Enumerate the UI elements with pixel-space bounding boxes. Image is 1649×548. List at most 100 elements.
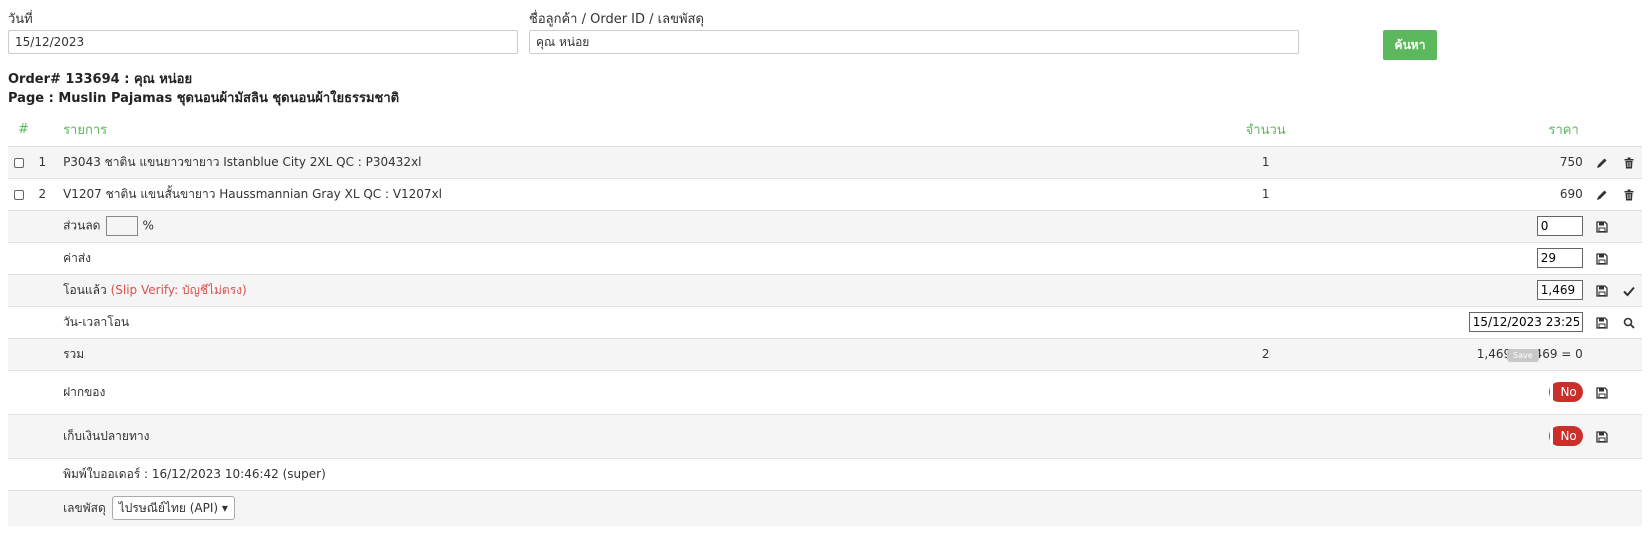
transferred-value-input[interactable] <box>1536 280 1583 300</box>
floppy-disk-icon[interactable] <box>1596 284 1608 297</box>
printed-row: พิมพ์ใบออเดอร์ : 16/12/2023 10:46:42 (su… <box>8 457 1642 490</box>
discount-percent-unit: % <box>142 218 154 233</box>
table-row: 2 V1207 ชาติน แขนสั้นขายาว Haussmannian … <box>8 177 1642 210</box>
header-price: ราคา <box>1296 114 1589 147</box>
verify-cell <box>1615 273 1642 306</box>
empty-cell <box>8 241 58 274</box>
discount-percent-input[interactable] <box>106 216 139 236</box>
row-price: 750 <box>1296 145 1589 178</box>
floppy-disk-icon[interactable] <box>1596 316 1608 329</box>
empty-cell <box>8 209 58 242</box>
shipping-value-cell <box>1296 241 1589 274</box>
table-header-row: # รายการ จำนวน ราคา <box>8 114 1642 147</box>
header-action-2 <box>1615 114 1642 147</box>
customer-input[interactable] <box>529 30 1299 54</box>
cod-toggle[interactable]: No <box>1548 426 1583 446</box>
search-area: วันที่ ชื่อลูกค้า / Order ID / เลขพัสดุ … <box>8 8 1437 60</box>
row-delete-cell <box>1615 177 1642 210</box>
row-item: V1207 ชาติน แขนสั้นขายาว Haussmannian Gr… <box>57 177 1235 210</box>
shipping-value-input[interactable] <box>1536 248 1583 268</box>
empty-cell <box>1615 209 1642 242</box>
transferred-cell: โอนแล้ว (Slip Verify: บัญชีไม่ตรง) <box>57 273 1235 306</box>
row-check-cell <box>8 177 33 210</box>
total-row: รวม 2 1,469 - 1,469 = 0 <box>8 337 1642 370</box>
header-qty: จำนวน <box>1235 114 1297 147</box>
row-check-cell <box>8 145 33 178</box>
transferred-value-cell <box>1296 273 1589 306</box>
empty-cell <box>8 413 58 458</box>
floppy-disk-icon[interactable] <box>1596 430 1608 443</box>
search-button[interactable]: ค้นหา <box>1383 30 1437 60</box>
shipping-row: ค่าส่ง <box>8 241 1642 274</box>
transfer-time-input[interactable] <box>1468 312 1583 332</box>
discount-value-cell <box>1296 209 1589 242</box>
empty-cell <box>1588 337 1616 370</box>
check-icon[interactable] <box>1622 285 1635 297</box>
row-qty: 1 <box>1235 177 1297 210</box>
discount-cell: ส่วนลด% <box>57 209 1235 242</box>
carrier-select[interactable]: ไปรษณีย์ไทย (API) ▾ <box>111 496 235 521</box>
save-cell <box>1588 209 1616 242</box>
order-items-table: # รายการ จำนวน ราคา 1 P3043 ชาติน แขนยาว… <box>8 114 1642 526</box>
row-checkbox[interactable] <box>14 189 24 200</box>
empty-cell <box>1235 209 1297 242</box>
header-item: รายการ <box>57 114 1235 147</box>
discount-label: ส่วนลด <box>63 218 101 233</box>
empty-cell <box>8 457 58 490</box>
save-cell <box>1588 305 1616 338</box>
discount-value-input[interactable] <box>1536 216 1583 236</box>
row-edit-cell <box>1588 177 1616 210</box>
floppy-disk-icon[interactable] <box>1596 252 1608 265</box>
trash-icon[interactable] <box>1623 157 1635 169</box>
cod-row: เก็บเงินปลายทาง No <box>8 413 1642 458</box>
save-tooltip: Save <box>1507 349 1539 362</box>
empty-cell <box>8 273 58 306</box>
empty-cell <box>8 337 58 370</box>
empty-cell <box>1235 305 1297 338</box>
row-checkbox[interactable] <box>14 157 24 168</box>
empty-cell <box>1235 241 1297 274</box>
discount-row: ส่วนลด% <box>8 209 1642 242</box>
order-title: Order# 133694 : คุณ หน่อย <box>8 72 193 87</box>
trash-icon[interactable] <box>1623 189 1635 201</box>
search-icon[interactable] <box>1623 317 1635 329</box>
date-input[interactable] <box>8 30 518 54</box>
empty-cell <box>1615 369 1642 414</box>
empty-cell <box>1235 413 1297 458</box>
empty-cell <box>8 305 58 338</box>
pencil-icon[interactable] <box>1596 157 1608 169</box>
date-label: วันที่ <box>8 12 33 27</box>
deposit-toggle[interactable]: No <box>1548 382 1583 402</box>
carrier-selected-value: ไปรษณีย์ไทย (API) <box>118 501 219 516</box>
header-action-1 <box>1588 114 1616 147</box>
row-delete-cell <box>1615 145 1642 178</box>
transfer-time-row: วัน-เวลาโอน <box>8 305 1642 338</box>
slip-verify-note: (Slip Verify: บัญชีไม่ตรง) <box>110 282 247 297</box>
empty-cell <box>1615 413 1642 458</box>
floppy-disk-icon[interactable] <box>1596 220 1608 233</box>
empty-cell <box>1235 273 1297 306</box>
deposit-toggle-cell: No <box>1296 369 1589 414</box>
tracking-label: เลขพัสดุ <box>63 501 106 516</box>
deposit-row: ฝากของ No <box>8 369 1642 414</box>
empty-cell <box>8 489 58 526</box>
table-row: 1 P3043 ชาติน แขนยาวขายาว Istanblue City… <box>8 145 1642 178</box>
transfer-time-value-cell <box>1296 305 1589 338</box>
search-cell <box>1615 305 1642 338</box>
deposit-label: ฝากของ <box>57 369 1235 414</box>
empty-cell <box>1615 337 1642 370</box>
row-price: 690 <box>1296 177 1589 210</box>
header-num: # <box>8 114 58 147</box>
shipping-label: ค่าส่ง <box>57 241 1235 274</box>
pencil-icon[interactable] <box>1596 189 1608 201</box>
transfer-time-label: วัน-เวลาโอน <box>57 305 1235 338</box>
printed-text: พิมพ์ใบออเดอร์ : 16/12/2023 10:46:42 (su… <box>57 457 1642 490</box>
transferred-row: โอนแล้ว (Slip Verify: บัญชีไม่ตรง) <box>8 273 1642 306</box>
order-page: Page : Muslin Pajamas ชุดนอนผ้ามัสลิน ชุ… <box>8 91 400 106</box>
transferred-label: โอนแล้ว <box>63 282 107 297</box>
chevron-down-icon: ▾ <box>221 501 228 516</box>
customer-label: ชื่อลูกค้า / Order ID / เลขพัสดุ <box>529 12 704 27</box>
row-number: 1 <box>32 145 58 178</box>
total-qty: 2 <box>1235 337 1297 370</box>
floppy-disk-icon[interactable] <box>1596 386 1608 399</box>
